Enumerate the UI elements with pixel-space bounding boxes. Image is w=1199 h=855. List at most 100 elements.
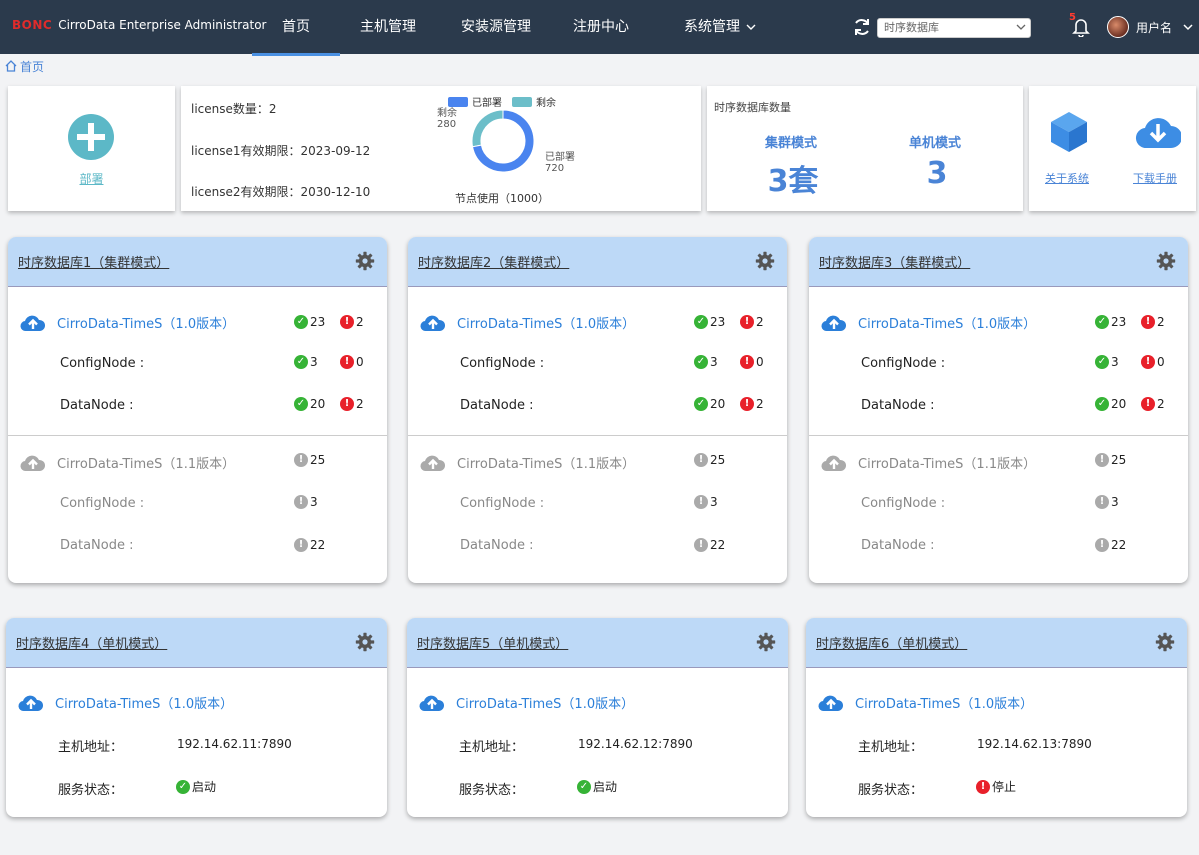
deploy-card[interactable]: 部署	[8, 86, 175, 211]
nav-home[interactable]: 首页	[252, 0, 340, 56]
single-db-card: 时序数据库6（单机模式） CirroData-TimeS（1.0版本） 主机地址： 1…	[806, 618, 1187, 817]
nav-system[interactable]: 系统管理	[684, 0, 756, 54]
license-card: license数量：2 license1有效期限：2023-09-12 lice…	[181, 86, 701, 211]
deploy-link[interactable]: 部署	[8, 170, 175, 187]
total-ok: ✓ 23	[294, 315, 325, 329]
info-circle-icon: !	[294, 495, 308, 509]
datanode-count: ! 22	[1095, 538, 1126, 552]
download-manual-link[interactable]: 下载手册	[1133, 170, 1177, 186]
version-active[interactable]: CirroData-TimeS（1.0版本）	[57, 313, 235, 332]
service-status: ✓ 启动	[176, 778, 216, 795]
nav-registry[interactable]: 注册中心	[573, 0, 629, 54]
error-circle-icon: !	[340, 355, 354, 369]
gear-icon[interactable]	[1155, 632, 1175, 652]
version-inactive[interactable]: CirroData-TimeS（1.1版本）	[57, 453, 235, 472]
info-circle-icon: !	[1095, 495, 1109, 509]
status-label: 服务状态：	[858, 783, 924, 798]
datanode-count-value: 22	[710, 538, 726, 552]
database-select[interactable]: 时序数据库	[877, 18, 1031, 38]
check-circle-icon: ✓	[1095, 355, 1109, 369]
gear-icon[interactable]	[1156, 251, 1176, 271]
gear-icon[interactable]	[355, 251, 375, 271]
upload-cloud-icon	[821, 315, 847, 332]
legend-left[interactable]: 剩余	[512, 94, 556, 109]
version-inactive[interactable]: CirroData-TimeS（1.1版本）	[457, 453, 635, 472]
confignode-ok-value: 3	[1111, 355, 1119, 369]
version-active[interactable]: CirroData-TimeS（1.0版本）	[55, 693, 233, 712]
used-slice-value: 720	[545, 163, 565, 174]
left-slice-value: 280	[437, 119, 457, 130]
card-title[interactable]: 时序数据库3（集群模式）	[819, 252, 970, 271]
license2-expiry: license2有效期限：2030-12-10	[191, 185, 371, 199]
total-ok: ✓ 23	[694, 315, 725, 329]
error-circle-icon: !	[340, 315, 354, 329]
cloud-icon	[821, 455, 847, 472]
card-header: 时序数据库2（集群模式）	[408, 237, 787, 287]
info-circle-icon: !	[1095, 453, 1109, 467]
download-cloud-icon[interactable]	[1135, 112, 1181, 152]
refresh-icon[interactable]	[852, 17, 872, 37]
card-title[interactable]: 时序数据库5（单机模式）	[417, 633, 568, 652]
confignode-count-value: 3	[310, 495, 318, 509]
total-err-value: 2	[756, 315, 764, 329]
legend-swatch-left	[512, 96, 532, 107]
single-db-card: 时序数据库4（单机模式） CirroData-TimeS（1.0版本） 主机地址： 1…	[6, 618, 387, 817]
legend-left-label: 剩余	[536, 98, 556, 109]
version-active[interactable]: CirroData-TimeS（1.0版本）	[456, 693, 634, 712]
app-title: CirroData Enterprise Administrator	[58, 18, 267, 32]
legend-used-label: 已部署	[472, 98, 502, 109]
version-inactive[interactable]: CirroData-TimeS（1.1版本）	[858, 453, 1036, 472]
confignode-count: ! 3	[294, 495, 318, 509]
breadcrumb-home[interactable]: 首页	[20, 58, 44, 75]
breadcrumb[interactable]: 首页	[4, 58, 44, 74]
donut-caption: 节点使用（1000）	[455, 192, 549, 205]
datanode-ok: ✓ 20	[694, 397, 725, 411]
avatar[interactable]	[1107, 16, 1129, 38]
check-circle-icon: ✓	[176, 779, 190, 794]
single-mode-label: 单机模式	[908, 136, 961, 151]
license-count: license数量：2	[191, 102, 277, 116]
about-system-link[interactable]: 关于系统	[1045, 170, 1089, 186]
bell-icon[interactable]	[1072, 17, 1090, 37]
error-circle-icon: !	[340, 397, 354, 411]
check-circle-icon: ✓	[694, 397, 708, 411]
card-header: 时序数据库3（集群模式）	[809, 237, 1188, 287]
confignode-err: ! 0	[1141, 355, 1165, 369]
datanode-err-value: 2	[356, 397, 364, 411]
chevron-down-icon[interactable]	[1182, 21, 1194, 33]
username[interactable]: 用户名	[1136, 19, 1172, 36]
confignode-label: ConfigNode :	[460, 356, 545, 371]
plus-icon[interactable]	[68, 114, 114, 160]
cloud-icon	[20, 455, 46, 472]
info-circle-icon: !	[294, 538, 308, 552]
legend-used[interactable]: 已部署	[448, 94, 502, 109]
version-active[interactable]: CirroData-TimeS（1.0版本）	[858, 313, 1036, 332]
gear-icon[interactable]	[355, 632, 375, 652]
brand[interactable]: BONC CirroData Enterprise Administrator	[12, 18, 266, 32]
divider	[408, 435, 787, 436]
card-title[interactable]: 时序数据库6（单机模式）	[816, 633, 967, 652]
card-title[interactable]: 时序数据库4（单机模式）	[16, 633, 167, 652]
brand-logo: BONC	[12, 18, 53, 32]
database-select-value: 时序数据库	[884, 21, 939, 34]
node-usage-donut	[471, 109, 535, 173]
version-active[interactable]: CirroData-TimeS（1.0版本）	[457, 313, 635, 332]
service-status-value: 启动	[192, 780, 217, 794]
error-circle-icon: !	[1141, 315, 1155, 329]
host-label: 主机地址：	[459, 740, 525, 755]
card-title[interactable]: 时序数据库1（集群模式）	[18, 252, 169, 271]
donut-slice-left[interactable]	[471, 109, 504, 148]
nav-install-sources[interactable]: 安装源管理	[461, 0, 531, 54]
cloud-icon	[420, 455, 446, 472]
gear-icon[interactable]	[756, 632, 776, 652]
links-card: 关于系统 下载手册	[1029, 86, 1196, 211]
check-circle-icon: ✓	[1095, 315, 1109, 329]
cube-icon[interactable]	[1049, 110, 1089, 154]
datanode-label: DataNode :	[460, 398, 534, 413]
version-active[interactable]: CirroData-TimeS（1.0版本）	[855, 693, 1033, 712]
card-title[interactable]: 时序数据库2（集群模式）	[418, 252, 569, 271]
nav-hosts[interactable]: 主机管理	[360, 0, 416, 54]
single-db-card: 时序数据库5（单机模式） CirroData-TimeS（1.0版本） 主机地址： 1…	[407, 618, 788, 817]
gear-icon[interactable]	[755, 251, 775, 271]
used-slice-label: 已部署 720	[545, 152, 575, 174]
